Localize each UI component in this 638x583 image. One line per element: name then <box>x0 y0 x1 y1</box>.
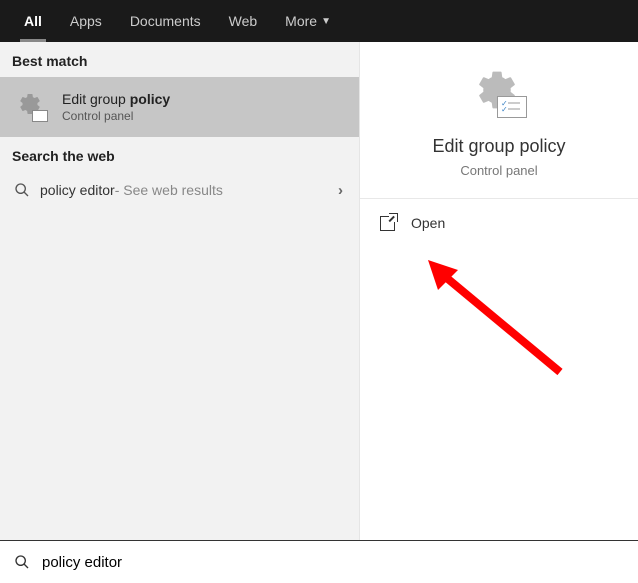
open-label: Open <box>411 215 445 231</box>
preview-subtitle: Control panel <box>372 163 626 178</box>
preview-title: Edit group policy <box>372 136 626 157</box>
gpedit-icon <box>18 92 48 122</box>
chevron-down-icon: ▼ <box>321 16 331 27</box>
preview-pane: ✓ ✓ Edit group policy Control panel Open <box>360 42 638 540</box>
search-icon <box>14 182 30 198</box>
tab-documents[interactable]: Documents <box>116 0 215 42</box>
tab-all[interactable]: All <box>10 0 56 42</box>
web-result[interactable]: policy editor - See web results › <box>0 172 359 208</box>
chevron-right-icon[interactable]: › <box>338 182 343 199</box>
web-suffix: - See web results <box>115 182 223 198</box>
result-title: Edit group policy <box>62 91 170 107</box>
tab-apps[interactable]: Apps <box>56 0 116 42</box>
tab-more[interactable]: More▼ <box>271 0 345 42</box>
search-tabs: All Apps Documents Web More▼ <box>0 0 638 42</box>
result-subtitle: Control panel <box>62 109 170 123</box>
search-bar <box>0 540 638 583</box>
open-icon <box>380 216 395 231</box>
results-pane: Best match Edit group policy Control pan… <box>0 42 360 540</box>
best-match-result[interactable]: Edit group policy Control panel <box>0 77 359 137</box>
web-query: policy editor <box>40 182 115 198</box>
search-icon <box>14 554 30 570</box>
preview-gpedit-icon: ✓ ✓ <box>471 66 527 122</box>
tab-web[interactable]: Web <box>215 0 272 42</box>
open-action[interactable]: Open <box>360 199 638 247</box>
best-match-header: Best match <box>0 42 359 77</box>
search-input[interactable] <box>42 554 638 571</box>
search-web-header: Search the web <box>0 137 359 172</box>
